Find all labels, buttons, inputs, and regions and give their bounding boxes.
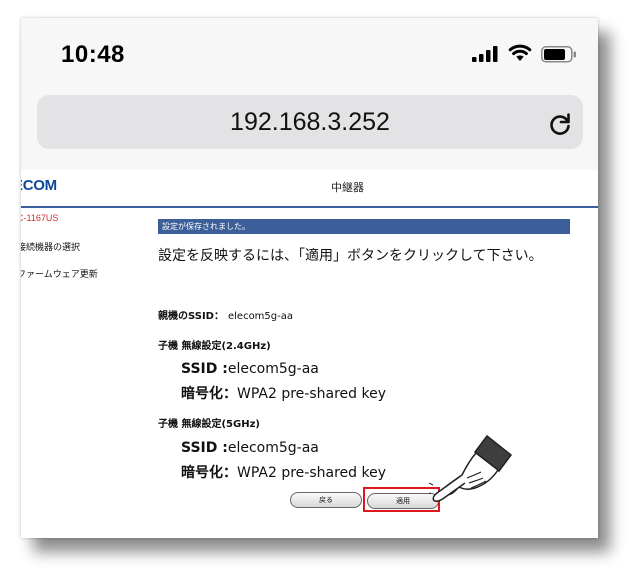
url-text[interactable]: 192.168.3.252 [37, 108, 583, 137]
child-24ghz-ssid: SSID :elecom5g-aa [181, 361, 319, 377]
child-5ghz-ssid: SSID :elecom5g-aa [181, 440, 319, 456]
back-button[interactable]: 戻る [290, 492, 362, 508]
phone-screenshot: 10:48 192.168.3.252 ECOM 中継器 [21, 18, 598, 538]
saved-banner: 設定が保存されました。 [158, 219, 570, 234]
child-5ghz-encryption: 暗号化：WPA2 pre-shared key [181, 462, 386, 482]
parent-ssid-row: 親機のSSID： elecom5g-aa [158, 307, 293, 322]
browser-bar: 192.168.3.252 [21, 90, 598, 170]
brand-logo: ECOM [21, 177, 57, 194]
url-bar[interactable]: 192.168.3.252 [37, 95, 583, 149]
sidebar-model: C-1167US [21, 213, 59, 223]
child-24ghz-encryption: 暗号化：WPA2 pre-shared key [181, 383, 386, 403]
child-24ghz-heading: 子機 無線設定(2.4GHz) [158, 341, 271, 352]
web-header: ECOM 中継器 [21, 170, 598, 208]
header-divider [21, 206, 598, 208]
page-title: 中継器 [331, 181, 364, 194]
ssid-label: SSID : [181, 361, 228, 377]
encryption-label: 暗号化： [181, 386, 237, 402]
encryption-value: WPA2 pre-shared key [237, 386, 386, 402]
child-5ghz-heading: 子機 無線設定(5GHz) [158, 419, 260, 430]
encryption-label: 暗号化： [181, 465, 237, 481]
sidebar-item-device-select[interactable]: 接続機器の選択 [21, 240, 80, 253]
status-time: 10:48 [61, 41, 125, 68]
wifi-icon [508, 44, 532, 61]
status-bar: 10:48 [21, 18, 598, 90]
ssid-value: elecom5g-aa [227, 440, 319, 456]
pointing-hand-icon [429, 434, 513, 502]
encryption-value: WPA2 pre-shared key [237, 465, 386, 481]
ssid-label: SSID : [181, 440, 228, 456]
reload-icon[interactable] [547, 111, 573, 137]
parent-ssid-label: 親機のSSID： [158, 311, 224, 322]
battery-icon [541, 46, 576, 63]
parent-ssid-value: elecom5g-aa [227, 311, 293, 322]
signal-icon [472, 46, 498, 62]
apply-message: 設定を反映するには、「適用」ボタンをクリックして下さい。 [158, 248, 543, 264]
sidebar-item-firmware-update[interactable]: ファームウェア更新 [21, 267, 98, 280]
ssid-value: elecom5g-aa [227, 361, 319, 377]
